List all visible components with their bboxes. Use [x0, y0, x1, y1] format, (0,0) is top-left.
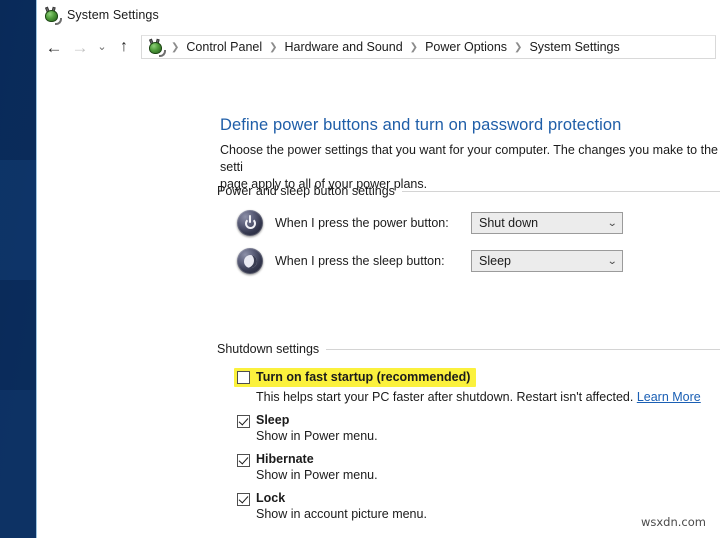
hibernate-checkbox-row[interactable]: Hibernate [217, 452, 720, 467]
breadcrumb-separator: ❯ [509, 42, 527, 53]
navigation-toolbar: ← → ⌄ ↑ ❯ Control Panel ❯ Hardware and S… [37, 30, 720, 64]
watermark: wsxdn.com [641, 515, 706, 529]
breadcrumb-separator: ❯ [264, 42, 282, 53]
address-bar[interactable]: ❯ Control Panel ❯ Hardware and Sound ❯ P… [141, 35, 716, 59]
recent-locations-button[interactable]: ⌄ [93, 34, 111, 60]
window-title: System Settings [67, 8, 159, 22]
power-and-sleep-section: Power and sleep button settings When I p… [217, 184, 720, 274]
section-divider [326, 349, 720, 350]
lock-checkbox-row[interactable]: Lock [217, 491, 720, 506]
chevron-down-icon: ⌄ [607, 256, 617, 267]
sleep-button-setting-row: When I press the sleep button: Sleep ⌄ [217, 248, 720, 274]
up-button[interactable]: ↑ [111, 34, 137, 60]
section-divider [402, 191, 720, 192]
lock-label: Lock [256, 491, 285, 505]
sleep-checkbox-row[interactable]: Sleep [217, 413, 720, 428]
shutdown-settings-section: Shutdown settings Turn on fast startup (… [217, 342, 720, 521]
window-titlebar: System Settings [37, 0, 720, 30]
breadcrumb-control-panel[interactable]: Control Panel [184, 40, 264, 54]
power-button-action-value: Shut down [479, 216, 538, 230]
fast-startup-description-text: This helps start your PC faster after sh… [256, 390, 637, 404]
address-bar-icon [147, 39, 164, 56]
sleep-moon-icon [237, 248, 263, 274]
power-button-action-dropdown[interactable]: Shut down ⌄ [471, 212, 623, 234]
back-button[interactable]: ← [41, 34, 67, 60]
hibernate-checkbox[interactable] [237, 454, 250, 467]
sleep-label: Sleep [256, 413, 289, 427]
power-button-label: When I press the power button: [275, 216, 471, 230]
shutdown-section-header: Shutdown settings [217, 342, 720, 356]
forward-button[interactable]: → [67, 34, 93, 60]
sleep-button-label: When I press the sleep button: [275, 254, 471, 268]
desktop-band [0, 390, 36, 538]
hibernate-label: Hibernate [256, 452, 314, 466]
desktop-band [0, 0, 36, 160]
power-section-header: Power and sleep button settings [217, 184, 720, 198]
fast-startup-label: Turn on fast startup (recommended) [256, 370, 470, 384]
sleep-button-action-value: Sleep [479, 254, 511, 268]
learn-more-link[interactable]: Learn More [637, 390, 701, 404]
page-title: Define power buttons and turn on passwor… [220, 116, 720, 135]
screen: System Settings ← → ⌄ ↑ ❯ Control Panel [0, 0, 720, 538]
desktop-band [0, 160, 36, 280]
breadcrumb-hardware-and-sound[interactable]: Hardware and Sound [283, 40, 405, 54]
power-button-setting-row: When I press the power button: Shut down… [217, 210, 720, 236]
power-section-title: Power and sleep button settings [217, 184, 395, 198]
hibernate-description: Show in Power menu. [217, 468, 720, 482]
sleep-description: Show in Power menu. [217, 429, 720, 443]
lock-checkbox[interactable] [237, 493, 250, 506]
power-plug-icon [43, 7, 60, 24]
sleep-button-action-dropdown[interactable]: Sleep ⌄ [471, 250, 623, 272]
shutdown-section-title: Shutdown settings [217, 342, 319, 356]
breadcrumb-system-settings[interactable]: System Settings [527, 40, 621, 54]
system-settings-window: System Settings ← → ⌄ ↑ ❯ Control Panel [36, 0, 720, 538]
desktop-band [0, 280, 36, 390]
chevron-down-icon: ⌄ [607, 218, 617, 229]
fast-startup-checkbox-row[interactable]: Turn on fast startup (recommended) [234, 368, 476, 387]
power-button-icon [237, 210, 263, 236]
breadcrumb-separator: ❯ [405, 42, 423, 53]
breadcrumb-power-options[interactable]: Power Options [423, 40, 509, 54]
fast-startup-checkbox[interactable] [237, 371, 250, 384]
breadcrumb-separator: ❯ [166, 42, 184, 53]
fast-startup-description: This helps start your PC faster after sh… [217, 390, 720, 404]
sleep-checkbox[interactable] [237, 415, 250, 428]
page-header: Define power buttons and turn on passwor… [220, 116, 720, 193]
